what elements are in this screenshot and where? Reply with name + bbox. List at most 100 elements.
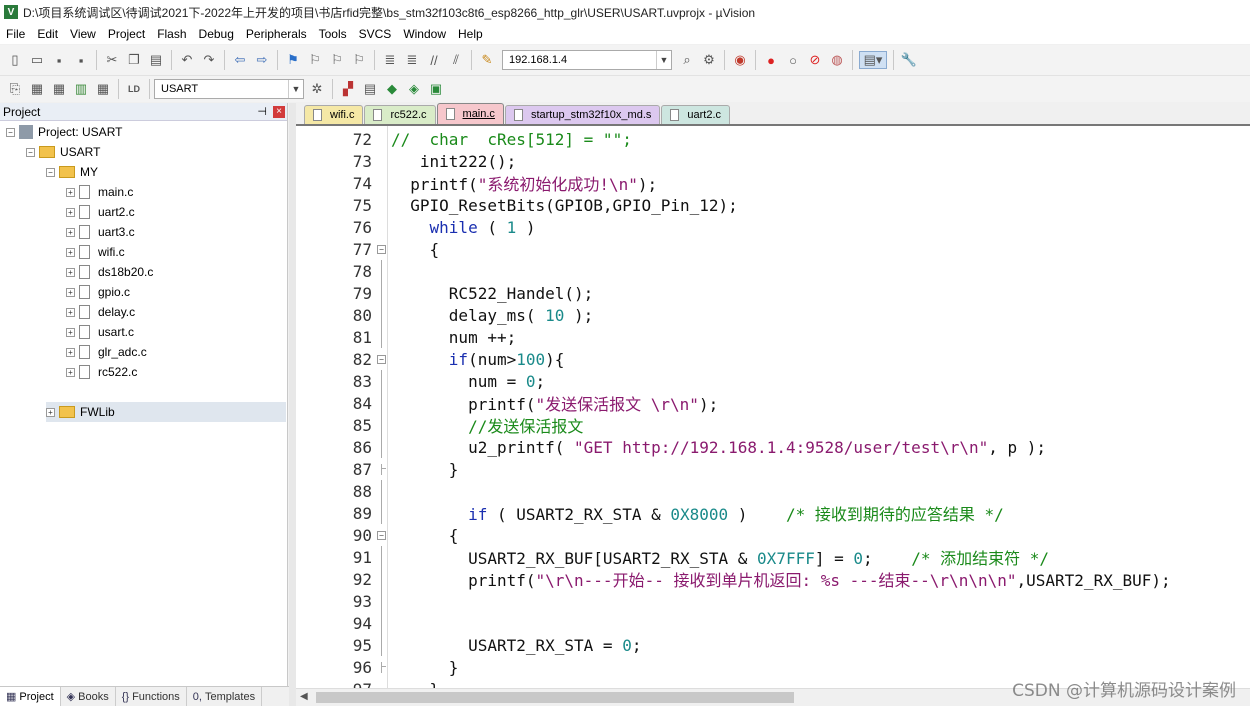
- tree-item-file[interactable]: + main.c: [66, 182, 133, 202]
- tree-item-file[interactable]: + delay.c: [66, 302, 135, 322]
- menu-item-help[interactable]: Help: [452, 27, 489, 41]
- code-editor[interactable]: 72// char cRes[512] = ""; 73 init222(); 74…: [296, 126, 1250, 688]
- tree-item-file[interactable]: + glr_adc.c: [66, 342, 147, 362]
- tree-item-file[interactable]: + wifi.c: [66, 242, 125, 262]
- navigate-forward-icon[interactable]: ⇨: [253, 51, 271, 69]
- fold-toggle-icon[interactable]: −: [377, 354, 386, 364]
- expand-icon[interactable]: +: [66, 187, 75, 197]
- new-file-icon[interactable]: ▯: [6, 51, 24, 69]
- tab-main-c[interactable]: main.c: [436, 103, 504, 124]
- tree-item-group-fwlib[interactable]: + FWLib: [46, 402, 286, 422]
- breakpoint-icon[interactable]: ●: [762, 51, 780, 69]
- chevron-down-icon[interactable]: ▼: [656, 51, 671, 69]
- tree-item-group-my[interactable]: − MY: [46, 162, 98, 182]
- find-in-files-icon[interactable]: ✎: [478, 51, 496, 69]
- collapse-icon[interactable]: −: [26, 147, 35, 157]
- window-layout-icon[interactable]: ▤▾: [859, 51, 887, 69]
- unindent-icon[interactable]: ≣: [403, 51, 421, 69]
- tree-item-target[interactable]: − USART: [26, 142, 100, 162]
- disable-breakpoint-icon[interactable]: ○: [784, 51, 802, 69]
- next-bookmark-icon[interactable]: ⚐: [328, 51, 346, 69]
- close-icon[interactable]: ×: [273, 105, 285, 118]
- tree-item-file[interactable]: + uart3.c: [66, 222, 135, 242]
- disable-all-breakpoints-icon[interactable]: ◍: [828, 51, 846, 69]
- comment-icon[interactable]: //: [425, 51, 443, 69]
- open-folder-icon[interactable]: ▭: [28, 51, 46, 69]
- wrench-icon[interactable]: 🔧: [900, 51, 918, 69]
- expand-icon[interactable]: +: [66, 287, 75, 297]
- expand-icon[interactable]: +: [66, 267, 75, 277]
- select-software-packs-icon[interactable]: ◈: [405, 80, 423, 98]
- tree-item-file[interactable]: + ds18b20.c: [66, 262, 153, 282]
- save-all-icon[interactable]: ▪: [72, 51, 90, 69]
- undo-icon[interactable]: ↶: [178, 51, 196, 69]
- expand-icon[interactable]: +: [66, 247, 75, 257]
- target-select[interactable]: USART ▼: [154, 79, 304, 99]
- expand-icon[interactable]: +: [66, 327, 75, 337]
- target-options-icon[interactable]: ✲: [308, 80, 326, 98]
- chevron-down-icon[interactable]: ▼: [288, 80, 303, 98]
- configure-icon[interactable]: ⚙: [700, 51, 718, 69]
- menu-item-flash[interactable]: Flash: [151, 27, 192, 41]
- menu-item-project[interactable]: Project: [102, 27, 151, 41]
- tab-uart2-c[interactable]: uart2.c: [661, 105, 731, 124]
- indent-icon[interactable]: ≣: [381, 51, 399, 69]
- paste-icon[interactable]: ▤: [147, 51, 165, 69]
- tree-item-file[interactable]: + uart2.c: [66, 202, 135, 222]
- copy-icon[interactable]: ❐: [125, 51, 143, 69]
- prev-bookmark-icon[interactable]: ⚐: [306, 51, 324, 69]
- collapse-icon[interactable]: −: [46, 167, 55, 177]
- incremental-find-icon[interactable]: ⌕: [678, 51, 696, 69]
- stop-build-icon[interactable]: ▦: [94, 80, 112, 98]
- tab-project[interactable]: ▦ Project: [0, 687, 61, 706]
- tab-wifi-c[interactable]: wifi.c: [304, 105, 364, 124]
- tree-item-file[interactable]: + gpio.c: [66, 282, 130, 302]
- find-combo[interactable]: 192.168.1.4 ▼: [502, 50, 672, 70]
- scroll-left-icon[interactable]: ◀: [300, 691, 308, 702]
- menu-item-tools[interactable]: Tools: [313, 27, 353, 41]
- tab-rc522-c[interactable]: rc522.c: [364, 105, 436, 124]
- translate-icon[interactable]: ⎘: [6, 80, 24, 98]
- tree-item-file[interactable]: + rc522.c: [66, 362, 137, 382]
- bookmark-icon[interactable]: ⚑: [284, 51, 302, 69]
- uncomment-icon[interactable]: ⫽: [447, 51, 465, 69]
- expand-icon[interactable]: +: [46, 407, 55, 417]
- rebuild-icon[interactable]: ▦: [50, 80, 68, 98]
- clear-bookmarks-icon[interactable]: ⚐: [350, 51, 368, 69]
- fold-toggle-icon[interactable]: −: [377, 530, 386, 540]
- fold-toggle-icon[interactable]: −: [377, 244, 386, 254]
- tab-books[interactable]: ◈ Books: [61, 687, 116, 706]
- redo-icon[interactable]: ↷: [200, 51, 218, 69]
- expand-icon[interactable]: +: [66, 207, 75, 217]
- batch-build-icon[interactable]: ▥: [72, 80, 90, 98]
- scrollbar-thumb[interactable]: [316, 692, 794, 703]
- tree-item-project[interactable]: − Project: USART: [6, 122, 122, 142]
- tab-startup-stm32f10x-md-s[interactable]: startup_stm32f10x_md.s: [504, 105, 661, 124]
- download-icon[interactable]: LD: [125, 80, 143, 98]
- menu-item-svcs[interactable]: SVCS: [353, 27, 398, 41]
- manage-components-icon[interactable]: ▞: [339, 80, 357, 98]
- collapse-icon[interactable]: −: [6, 127, 15, 137]
- tab-templates[interactable]: 0, Templates: [187, 687, 263, 706]
- menu-item-edit[interactable]: Edit: [31, 27, 64, 41]
- expand-icon[interactable]: +: [66, 347, 75, 357]
- menu-item-view[interactable]: View: [64, 27, 102, 41]
- navigate-back-icon[interactable]: ⇦: [231, 51, 249, 69]
- expand-icon[interactable]: +: [66, 307, 75, 317]
- menu-item-peripherals[interactable]: Peripherals: [240, 27, 313, 41]
- pin-icon[interactable]: ⊣: [257, 105, 267, 118]
- tree-item-file[interactable]: + usart.c: [66, 322, 134, 342]
- menu-item-file[interactable]: File: [0, 27, 31, 41]
- panel-splitter[interactable]: [289, 103, 296, 706]
- debug-session-icon[interactable]: ◉: [731, 51, 749, 69]
- menu-item-window[interactable]: Window: [397, 27, 452, 41]
- kill-breakpoints-icon[interactable]: ⊘: [806, 51, 824, 69]
- save-icon[interactable]: ▪: [50, 51, 68, 69]
- run-time-environment-icon[interactable]: ▣: [427, 80, 445, 98]
- menu-item-debug[interactable]: Debug: [193, 27, 240, 41]
- tab-functions[interactable]: {} Functions: [116, 687, 187, 706]
- expand-icon[interactable]: +: [66, 227, 75, 237]
- cut-icon[interactable]: ✂: [103, 51, 121, 69]
- build-icon[interactable]: ▦: [28, 80, 46, 98]
- expand-icon[interactable]: +: [66, 367, 75, 377]
